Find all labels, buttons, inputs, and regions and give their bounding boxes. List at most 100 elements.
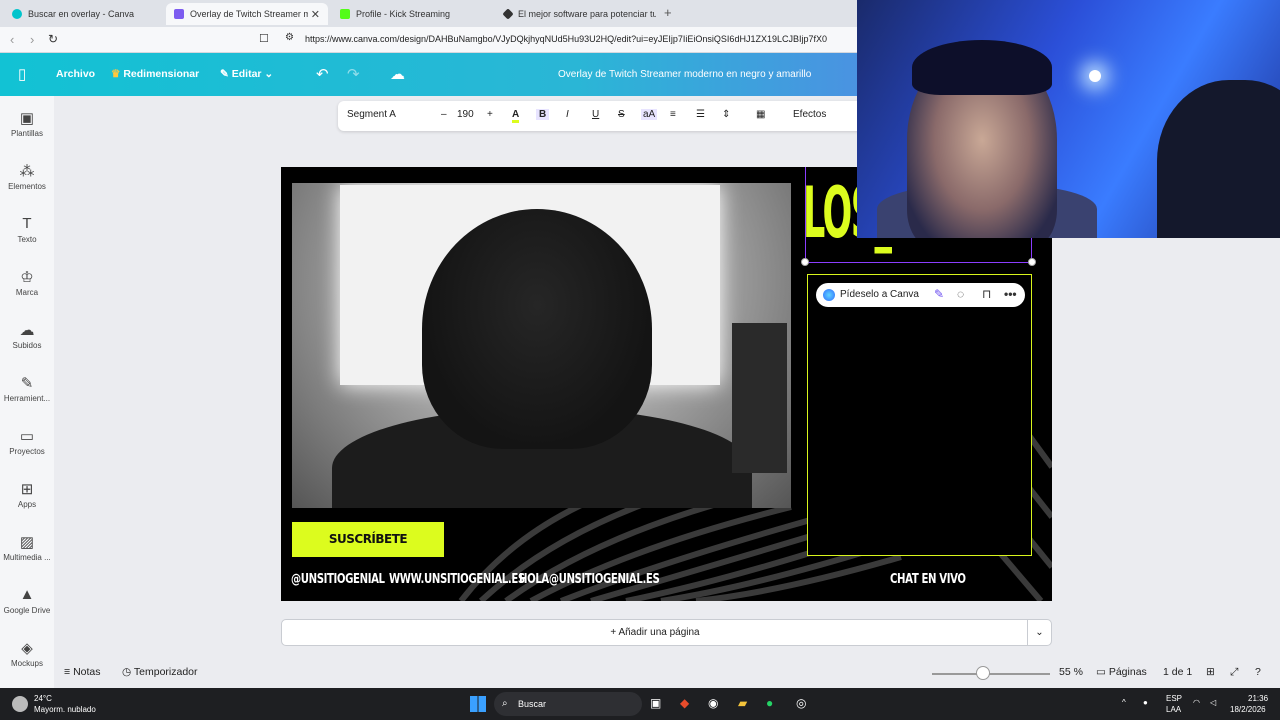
redo-icon[interactable]: ↷: [347, 65, 360, 83]
design-title[interactable]: Overlay de Twitch Streamer moderno en ne…: [558, 69, 811, 80]
new-tab-icon[interactable]: +: [664, 5, 672, 20]
help-icon[interactable]: ?: [1255, 666, 1261, 678]
chat-box[interactable]: Pídeselo a Canva ✎ ◌ ⊓ •••: [807, 274, 1032, 556]
lock-icon[interactable]: ⊓: [982, 287, 991, 301]
timer-button[interactable]: ◷ Temporizador: [122, 666, 198, 678]
resize-button[interactable]: ♛ Redimensionar: [111, 68, 199, 80]
bold-icon[interactable]: B: [536, 109, 550, 120]
forward-icon[interactable]: ›: [30, 32, 34, 47]
font-size-input[interactable]: 190: [457, 109, 474, 120]
zoom-slider[interactable]: [932, 673, 1050, 675]
subscribe-button[interactable]: SUSCRÍBETE: [292, 522, 444, 557]
close-tab-icon[interactable]: ✕: [311, 8, 320, 21]
website-text[interactable]: WWW.UNSITIOGENIAL.ES: [389, 572, 525, 587]
brave-icon[interactable]: ◆: [680, 696, 689, 710]
pages-button[interactable]: ▭ Páginas: [1096, 666, 1147, 678]
chat-label[interactable]: CHAT EN VIVO: [890, 572, 966, 587]
mockups-icon: ◈: [21, 640, 33, 657]
more-options-icon[interactable]: •••: [1004, 287, 1017, 301]
windows-start-icon[interactable]: [470, 696, 486, 712]
text-color-icon[interactable]: A: [512, 109, 520, 123]
lang-layout[interactable]: LAA: [1166, 705, 1181, 714]
person-head: [422, 209, 652, 449]
italic-icon[interactable]: I: [566, 109, 569, 120]
wifi-icon[interactable]: ◠: [1193, 698, 1200, 707]
underline-icon[interactable]: U: [592, 109, 599, 120]
add-page-button[interactable]: + Añadir una página ⌄: [281, 619, 1052, 646]
drive-icon: ▲: [19, 586, 35, 603]
lamp-light: [1089, 70, 1101, 82]
chevron-down-icon: ⌄: [264, 68, 274, 80]
canva-favicon-icon: [12, 9, 22, 19]
media-player-icon[interactable]: ◉: [708, 696, 718, 710]
browser-tab[interactable]: Profile - Kick Streaming: [332, 3, 492, 25]
effects-button[interactable]: Efectos: [793, 109, 826, 120]
gamer-photo[interactable]: [292, 183, 791, 508]
align-icon[interactable]: ≡: [670, 109, 676, 120]
social-handle[interactable]: @UNSITIOGENIAL: [291, 572, 385, 587]
magic-edit-icon[interactable]: ✎: [934, 287, 944, 301]
lang-code[interactable]: ESP: [1166, 694, 1182, 703]
zoom-level[interactable]: 55 %: [1059, 666, 1083, 678]
rail-item-tools[interactable]: ✎ Herramient...: [0, 374, 54, 403]
weather-icon[interactable]: [12, 696, 28, 712]
list-icon[interactable]: ☰: [696, 109, 705, 120]
archivo-menu[interactable]: Archivo: [56, 68, 95, 80]
site-info-icon[interactable]: ⚙: [285, 32, 294, 43]
fullscreen-icon[interactable]: ⤢: [1230, 666, 1238, 679]
undo-icon[interactable]: ↶: [316, 65, 329, 83]
ask-canva-pill[interactable]: Pídeselo a Canva ✎ ◌ ⊓ •••: [816, 283, 1025, 307]
edit-menu[interactable]: ✎ Editar ⌄: [220, 68, 273, 80]
tray-chevron-icon[interactable]: ^: [1122, 698, 1126, 707]
rail-item-folder[interactable]: ▭ Proyectos: [0, 427, 54, 456]
clock-date[interactable]: 18/2/2026: [1230, 705, 1266, 714]
rail-item-drive[interactable]: ▲ Google Drive: [0, 586, 54, 615]
task-view-icon[interactable]: ▣: [650, 696, 661, 710]
transparency-icon[interactable]: ▦: [756, 109, 765, 120]
font-family-select[interactable]: Segment A: [347, 109, 396, 120]
url-field[interactable]: https://www.canva.com/design/DAHBuNamgbo…: [305, 34, 835, 44]
left-rail: ▣ Plantillas ⁂ Elementos T Texto ♔ Marca ☁ Subido…: [0, 96, 54, 688]
search-label: Buscar: [518, 699, 547, 709]
rail-item-brand[interactable]: ♔ Marca: [0, 268, 54, 297]
file-explorer-icon[interactable]: ▰: [738, 696, 747, 710]
clock-time[interactable]: 21:36: [1248, 694, 1268, 703]
rail-item-text[interactable]: T Texto: [0, 215, 54, 244]
page-count: 1 de 1: [1163, 666, 1193, 678]
bookmark-icon[interactable]: ☐: [259, 32, 269, 45]
browser-tab-active[interactable]: Overlay de Twitch Streamer mod ✕: [166, 3, 328, 25]
rail-item-mockups[interactable]: ◈ Mockups: [0, 639, 54, 668]
sidebar-toggle-icon[interactable]: ▯: [18, 65, 26, 83]
rail-item-label: Marca: [15, 288, 39, 297]
whatsapp-icon[interactable]: ●: [766, 696, 773, 710]
rail-item-label: Proyectos: [9, 447, 45, 456]
grid-view-icon[interactable]: ⊞: [1206, 666, 1215, 678]
case-icon[interactable]: aA: [641, 109, 658, 120]
rail-item-apps[interactable]: ⊞ Apps: [0, 480, 54, 509]
font-size-increase[interactable]: +: [487, 109, 493, 120]
zoom-slider-knob[interactable]: [976, 666, 990, 680]
rail-item-templates[interactable]: ▣ Plantillas: [0, 109, 54, 138]
spacing-icon[interactable]: ⇕: [722, 109, 730, 120]
resize-handle[interactable]: [801, 258, 809, 266]
rail-item-media[interactable]: ▨ Multimedia ...: [0, 533, 54, 562]
rail-item-upload[interactable]: ☁ Subidos: [0, 321, 54, 350]
strikethrough-icon[interactable]: S: [618, 109, 625, 120]
reload-icon[interactable]: ↻: [48, 32, 58, 46]
notes-button[interactable]: ≡ Notas: [64, 666, 101, 678]
taskbar-search[interactable]: ⌕ Buscar: [494, 692, 642, 716]
rail-item-label: Mockups: [10, 659, 43, 668]
rail-item-elements[interactable]: ⁂ Elementos: [0, 162, 54, 191]
browser-tab[interactable]: Buscar en overlay - Canva: [4, 3, 164, 25]
cloud-saved-icon[interactable]: ☁: [390, 65, 405, 83]
volume-icon[interactable]: ◁: [1210, 698, 1216, 707]
browser-tab[interactable]: El mejor software para potenciar tu st: [496, 3, 656, 25]
resize-handle[interactable]: [1028, 258, 1036, 266]
back-icon[interactable]: ‹: [10, 32, 14, 47]
mic-icon[interactable]: ●: [1143, 698, 1148, 707]
comment-icon[interactable]: ◌: [957, 287, 964, 301]
obs-icon[interactable]: ◎: [796, 696, 806, 710]
font-size-decrease[interactable]: –: [441, 109, 447, 120]
chevron-down-icon[interactable]: ⌄: [1027, 620, 1051, 645]
email-text[interactable]: HOLA@UNSITIOGENIAL.ES: [519, 572, 660, 587]
